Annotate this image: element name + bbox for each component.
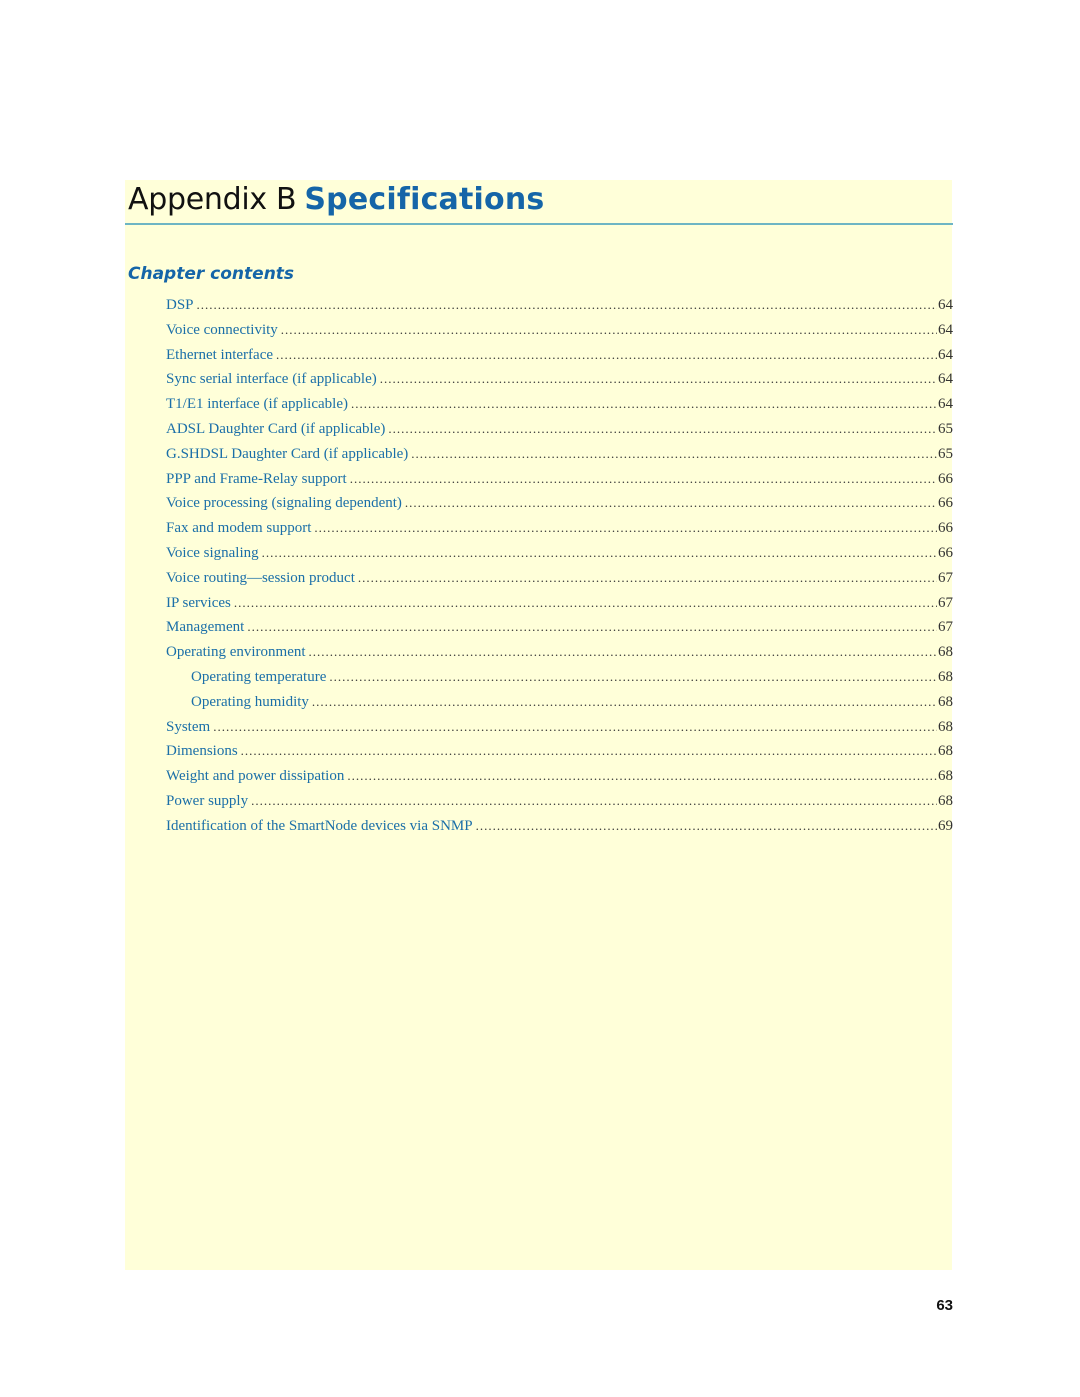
toc-entry-page[interactable]: 64 (938, 318, 953, 343)
dot-leader (247, 615, 937, 640)
toc-entry-label[interactable]: Voice routing—session product (166, 566, 355, 591)
toc-subentry[interactable]: Operating humidity 68 (166, 690, 953, 715)
dot-leader (197, 293, 937, 318)
toc-entry[interactable]: Identification of the SmartNode devices … (166, 814, 953, 839)
toc-entry-label[interactable]: IP services (166, 591, 231, 616)
toc-subentry[interactable]: Operating temperature 68 (166, 665, 953, 690)
toc-entry-label[interactable]: Voice processing (signaling dependent) (166, 491, 402, 516)
title-divider (125, 223, 953, 225)
toc-entry-page[interactable]: 65 (938, 417, 953, 442)
toc-entry-page[interactable]: 65 (938, 442, 953, 467)
toc-entry-label[interactable]: Ethernet interface (166, 343, 273, 368)
dot-leader (405, 491, 937, 516)
toc-entry-page[interactable]: 68 (938, 715, 953, 740)
toc-entry[interactable]: IP services 67 (166, 591, 953, 616)
toc-entry-label[interactable]: Management (166, 615, 244, 640)
dot-leader (309, 640, 937, 665)
toc-entry-label[interactable]: Identification of the SmartNode devices … (166, 814, 473, 839)
toc-entry-label[interactable]: PPP and Frame-Relay support (166, 467, 347, 492)
appendix-label: Appendix B (128, 182, 297, 217)
toc-entry-page[interactable]: 66 (938, 541, 953, 566)
toc-entry-page[interactable]: 68 (938, 789, 953, 814)
toc-entry-label[interactable]: G.SHDSL Daughter Card (if applicable) (166, 442, 408, 467)
toc-entry-page[interactable]: 67 (938, 615, 953, 640)
toc-entry[interactable]: Weight and power dissipation 68 (166, 764, 953, 789)
chapter-contents-heading: Chapter contents (128, 264, 295, 284)
toc-entry-label[interactable]: Voice connectivity (166, 318, 278, 343)
toc-entry-page[interactable]: 64 (938, 293, 953, 318)
toc-entry[interactable]: Operating environment 68 (166, 640, 953, 665)
toc-entry[interactable]: Voice routing—session product 67 (166, 566, 953, 591)
toc-entry-page[interactable]: 66 (938, 516, 953, 541)
dot-leader (213, 715, 937, 740)
toc-entry[interactable]: Management 67 (166, 615, 953, 640)
toc-entry-label[interactable]: Voice signaling (166, 541, 259, 566)
dot-leader (281, 318, 937, 343)
dot-leader (380, 367, 937, 392)
toc-entry[interactable]: T1/E1 interface (if applicable) 64 (166, 392, 953, 417)
toc-entry[interactable]: DSP 64 (166, 293, 953, 318)
dot-leader (312, 690, 937, 715)
dot-leader (347, 764, 937, 789)
dot-leader (314, 516, 937, 541)
appendix-title: Specifications (304, 182, 545, 217)
toc-entry[interactable]: Voice processing (signaling dependent) 66 (166, 491, 953, 516)
toc-entry[interactable]: Voice connectivity 64 (166, 318, 953, 343)
dot-leader (329, 665, 937, 690)
dot-leader (234, 591, 937, 616)
toc-entry[interactable]: G.SHDSL Daughter Card (if applicable) 65 (166, 442, 953, 467)
dot-leader (251, 789, 937, 814)
dot-leader (350, 467, 937, 492)
dot-leader (388, 417, 937, 442)
table-of-contents: DSP 64 Voice connectivity 64 Ethernet inte… (166, 293, 953, 839)
toc-entry-label[interactable]: Power supply (166, 789, 248, 814)
toc-entry-page[interactable]: 64 (938, 343, 953, 368)
dot-leader (358, 566, 937, 591)
dot-leader (351, 392, 937, 417)
dot-leader (241, 739, 937, 764)
toc-entry-page[interactable]: 64 (938, 392, 953, 417)
toc-entry-label[interactable]: ADSL Daughter Card (if applicable) (166, 417, 385, 442)
toc-entry-label[interactable]: Operating humidity (191, 690, 309, 715)
page-number: 63 (936, 1297, 953, 1314)
toc-entry[interactable]: PPP and Frame-Relay support 66 (166, 467, 953, 492)
toc-entry-page[interactable]: 69 (938, 814, 953, 839)
toc-entry-label[interactable]: Sync serial interface (if applicable) (166, 367, 377, 392)
toc-entry-page[interactable]: 68 (938, 665, 953, 690)
toc-entry[interactable]: Dimensions 68 (166, 739, 953, 764)
toc-entry-label[interactable]: Operating temperature (191, 665, 326, 690)
toc-entry-page[interactable]: 67 (938, 591, 953, 616)
dot-leader (411, 442, 937, 467)
toc-entry-page[interactable]: 68 (938, 764, 953, 789)
toc-entry-label[interactable]: Weight and power dissipation (166, 764, 344, 789)
toc-entry-page[interactable]: 68 (938, 690, 953, 715)
toc-entry-label[interactable]: Dimensions (166, 739, 238, 764)
toc-entry-page[interactable]: 64 (938, 367, 953, 392)
page-title: Appendix B Specifications (128, 178, 544, 222)
dot-leader (476, 814, 937, 839)
toc-entry-label[interactable]: Fax and modem support (166, 516, 311, 541)
dot-leader (262, 541, 937, 566)
toc-entry-page[interactable]: 66 (938, 491, 953, 516)
toc-entry-label[interactable]: System (166, 715, 210, 740)
toc-entry-label[interactable]: Operating environment (166, 640, 306, 665)
toc-entry-page[interactable]: 67 (938, 566, 953, 591)
toc-entry-label[interactable]: DSP (166, 293, 194, 318)
toc-entry[interactable]: Fax and modem support 66 (166, 516, 953, 541)
toc-entry-label[interactable]: T1/E1 interface (if applicable) (166, 392, 348, 417)
toc-entry[interactable]: Voice signaling 66 (166, 541, 953, 566)
toc-entry[interactable]: ADSL Daughter Card (if applicable) 65 (166, 417, 953, 442)
toc-entry[interactable]: System 68 (166, 715, 953, 740)
toc-entry-page[interactable]: 66 (938, 467, 953, 492)
toc-entry[interactable]: Power supply 68 (166, 789, 953, 814)
toc-entry-page[interactable]: 68 (938, 640, 953, 665)
toc-entry-page[interactable]: 68 (938, 739, 953, 764)
dot-leader (276, 343, 937, 368)
toc-entry[interactable]: Sync serial interface (if applicable) 64 (166, 367, 953, 392)
toc-entry[interactable]: Ethernet interface 64 (166, 343, 953, 368)
